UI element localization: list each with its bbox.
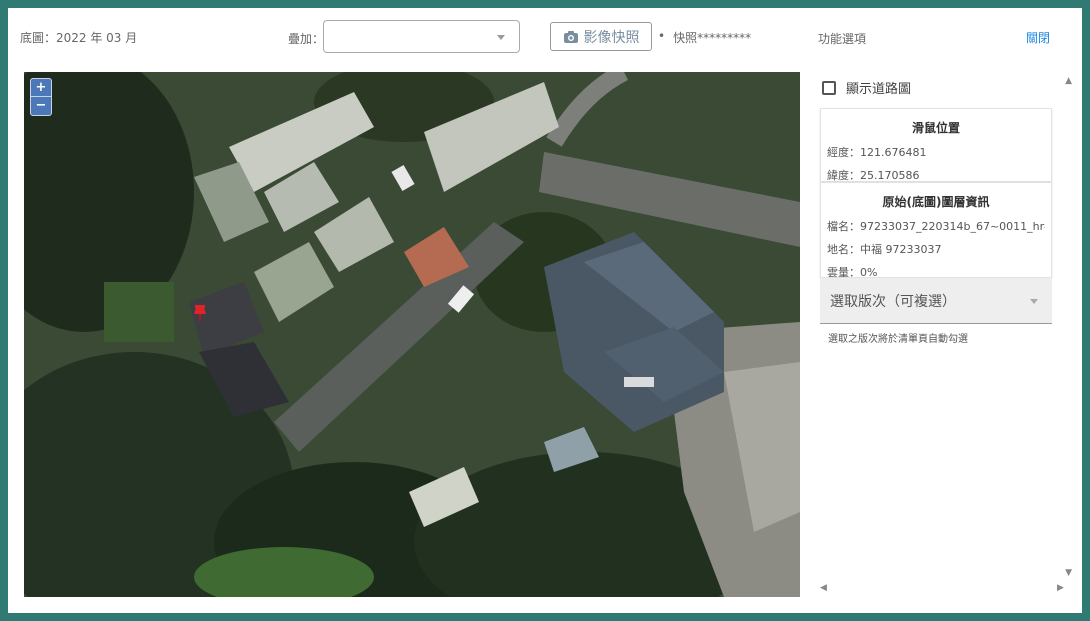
side-panel: 顯示道路圖 滑鼠位置 經度：121.676481 緯度：25.170586 原始… [812,68,1082,613]
top-toolbar: 底圖：2022 年 03 月 疊加： 影像快照 • 快照********* 功能… [8,8,1082,68]
show-roads-label: 顯示道路圖 [846,82,912,97]
layer-filename: 檔名：97233037_220314b_67~0011_hr4 [827,220,1045,233]
zoom-control: + − [30,78,52,116]
mouse-position-card: 滑鼠位置 經度：121.676481 緯度：25.170586 [820,108,1052,182]
scroll-up-arrow[interactable]: ▲ [1065,76,1072,86]
snapshot-button-label: 影像快照 [583,29,640,46]
version-select[interactable]: 選取版次（可複選） [820,278,1052,324]
chevron-down-icon [1030,299,1038,304]
camera-icon [563,30,578,43]
show-roads-checkbox[interactable] [822,80,836,95]
layer-info-title: 原始(底圖)圖層資訊 [882,195,990,209]
snapshot-info: • 快照********* [658,29,751,46]
app-frame: 底圖：2022 年 03 月 疊加： 影像快照 • 快照********* 功能… [8,8,1082,613]
snapshot-button[interactable]: 影像快照 [550,22,652,51]
push-pin-icon[interactable] [192,304,208,322]
longitude-value: 經度：121.676481 [827,146,927,159]
show-roads-toggle[interactable]: 顯示道路圖 [822,78,911,97]
scroll-right-arrow[interactable]: ▶ [1057,583,1064,593]
layer-place-name: 地名：中福 97233037 [827,243,942,256]
overlay-select[interactable] [323,20,520,53]
satellite-imagery [24,72,800,597]
zoom-in-button[interactable]: + [31,79,51,97]
layer-info-card: 原始(底圖)圖層資訊 檔名：97233037_220314b_67~0011_h… [820,182,1052,279]
base-map-date: 底圖：2022 年 03 月 [20,31,138,45]
function-options-label: 功能選項 [818,32,867,46]
latitude-value: 緯度：25.170586 [827,169,920,182]
mouse-position-title: 滑鼠位置 [911,121,960,135]
version-hint: 選取之版次將於清單頁自動勾選 [828,334,968,345]
overlay-label: 疊加： [288,32,325,46]
close-link[interactable]: 關閉 [1026,29,1050,46]
scroll-down-arrow[interactable]: ▼ [1065,568,1072,578]
snapshot-text: 快照********* [673,31,752,45]
bullet: • [658,29,666,43]
satellite-map[interactable]: + − [24,72,800,597]
scroll-left-arrow[interactable]: ◀ [820,583,827,593]
zoom-out-button[interactable]: − [31,97,51,115]
version-select-placeholder: 選取版次（可複選） [830,294,956,310]
chevron-down-icon [497,35,505,40]
